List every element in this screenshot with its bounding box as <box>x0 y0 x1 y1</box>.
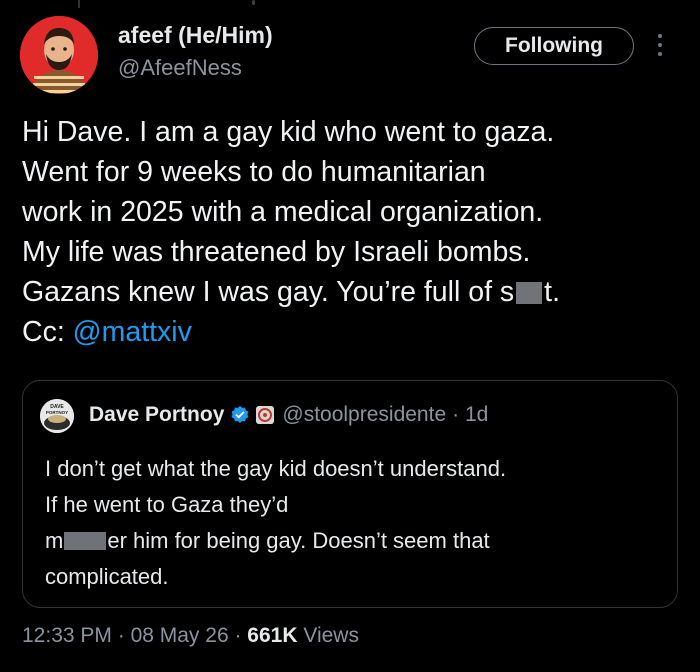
quoted-avatar-text-bottom: PORTNOY <box>46 410 68 415</box>
quoted-line-part: m <box>45 528 64 553</box>
author-handle[interactable]: @AfeefNess <box>118 55 242 81</box>
author-avatar[interactable] <box>20 16 98 94</box>
tweet-line: work in 2025 with a medical organization… <box>22 196 544 228</box>
tweet-line: Gazans knew I was gay. You’re full of s t… <box>22 272 692 312</box>
tweet-meta: 12:33 PM · 08 May 26 · 661K Views <box>22 624 359 648</box>
views-label: Views <box>297 624 359 647</box>
tweet-line: Went for 9 weeks to do humanitarian <box>22 156 486 188</box>
tweet-text: Hi Dave. I am a gay kid who went to gaza… <box>22 112 692 352</box>
meta-separator: · <box>228 624 248 647</box>
censor-block <box>64 532 107 550</box>
tweet-date[interactable]: 08 May 26 <box>131 624 229 647</box>
avatar-illustration <box>20 16 98 94</box>
quoted-author-name[interactable]: Dave Portnoy <box>89 403 224 427</box>
quoted-text: I don’t get what the gay kid doesn’t und… <box>45 451 665 595</box>
quoted-line: If he went to Gaza they’d <box>45 492 289 517</box>
affiliate-badge-icon <box>256 406 275 424</box>
tweet-time[interactable]: 12:33 PM <box>22 624 112 647</box>
verified-badge-icon <box>231 405 249 423</box>
cc-label: Cc: <box>22 316 65 348</box>
tweet-cc-line: Cc: @mattxiv <box>22 312 692 352</box>
mention-link[interactable]: @mattxiv <box>73 316 192 348</box>
top-artifact <box>252 0 255 5</box>
quoted-author-handle[interactable]: @stoolpresidente <box>282 403 446 427</box>
tweet-line-part: t. <box>544 276 560 308</box>
following-button[interactable]: Following <box>474 27 634 65</box>
quoted-author-avatar[interactable]: DAVE PORTNOY <box>40 399 74 433</box>
quoted-timestamp[interactable]: · 1d <box>452 403 488 427</box>
views-count: 661K <box>247 624 298 647</box>
quoted-line: m er him for being gay. Doesn’t seem that <box>45 523 665 559</box>
tweet-line: My life was threatened by Israeli bombs. <box>22 236 531 268</box>
tweet-line-part: Gazans knew I was gay. You’re full of s <box>22 276 515 308</box>
quoted-header: Dave Portnoy @stoolpresidente · 1d <box>89 403 488 427</box>
more-vertical-icon[interactable] <box>656 34 664 60</box>
quoted-tweet[interactable]: DAVE PORTNOY Dave Portnoy @stoolpresiden… <box>22 380 678 608</box>
author-name[interactable]: afeef (He/Him) <box>118 22 273 49</box>
quoted-avatar-logo: DAVE PORTNOY <box>40 399 74 433</box>
meta-separator: · <box>111 624 131 647</box>
quoted-line-part: er him for being gay. Doesn’t seem that <box>107 528 490 553</box>
quoted-line: I don’t get what the gay kid doesn’t und… <box>45 456 507 481</box>
thread-line <box>78 0 80 8</box>
quoted-line: complicated. <box>45 564 169 589</box>
censor-block <box>516 282 543 304</box>
tweet-line: Hi Dave. I am a gay kid who went to gaza… <box>22 116 555 148</box>
